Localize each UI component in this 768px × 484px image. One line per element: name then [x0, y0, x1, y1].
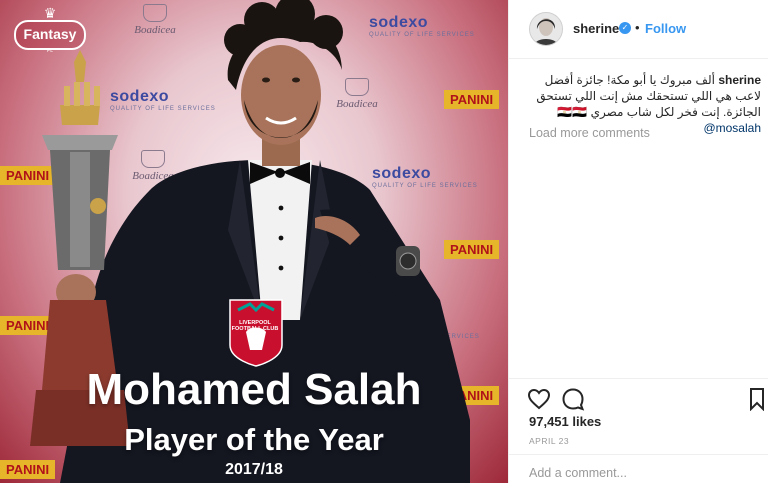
post-image[interactable]: sodexo QUALITY OF LIFE SERVICES sodexo QUA…: [0, 0, 508, 483]
headline-award: Player of the Year: [124, 422, 384, 457]
liverpool-crest: [229, 299, 283, 367]
like-count[interactable]: 97,451 likes: [529, 414, 601, 429]
crest-text: LIVERPOOL FOOTBALL CLUB: [231, 320, 279, 332]
fantasy-pl-badge: ♛ Fantasy PL: [12, 6, 88, 54]
load-more-comments-button[interactable]: Load more comments: [529, 126, 650, 140]
post-sidebar: sherine ✓ • Follow sherine ألف مبروك يا …: [508, 0, 768, 483]
check-icon: ✓: [619, 22, 631, 34]
avatar[interactable]: [529, 12, 563, 46]
comment-icon[interactable]: [561, 387, 585, 411]
fantasy-sub-text: PL: [46, 48, 54, 54]
separator-dot: •: [635, 20, 640, 35]
headline-season: 2017/18: [225, 461, 283, 478]
action-bar: [509, 378, 768, 419]
comment-input[interactable]: [527, 465, 751, 481]
header-username[interactable]: sherine: [573, 21, 619, 36]
avatar-image: [530, 13, 562, 45]
headline-name: Mohamed Salah: [86, 365, 422, 414]
comment-box: [509, 454, 768, 484]
crown-icon: ♛: [43, 5, 57, 21]
caption-username[interactable]: sherine: [718, 73, 761, 87]
follow-button[interactable]: Follow: [645, 21, 686, 36]
heart-icon[interactable]: [527, 387, 551, 411]
caption-mention[interactable]: @mosalah: [703, 121, 761, 135]
fantasy-brand-text: Fantasy: [14, 20, 86, 50]
post-date[interactable]: APRIL 23: [529, 436, 569, 446]
post-header: sherine ✓ • Follow: [509, 0, 768, 59]
bookmark-icon[interactable]: [749, 387, 765, 412]
